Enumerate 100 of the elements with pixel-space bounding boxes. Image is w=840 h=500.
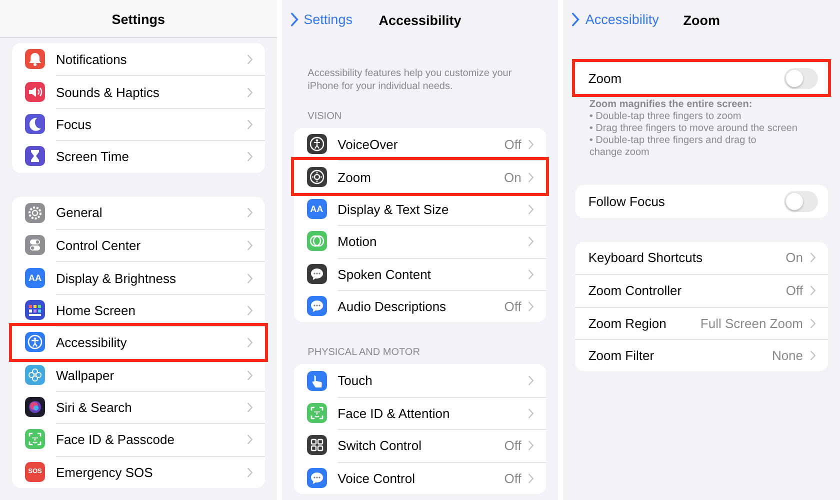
chevron-icon — [810, 350, 816, 362]
back-button[interactable]: Accessibility — [571, 12, 659, 27]
settings-row[interactable]: AA Display & Brightness — [12, 261, 265, 294]
row-label: Sounds & Haptics — [56, 84, 160, 100]
row-label: Touch — [338, 373, 374, 388]
chevron-icon — [528, 472, 534, 484]
row-label: Accessibility — [56, 335, 128, 350]
bell-icon — [25, 49, 45, 70]
chevron-icon — [246, 151, 253, 162]
row-label: Siri & Search — [56, 400, 133, 416]
settings-row[interactable]: Keyboard Shortcuts On — [575, 242, 828, 274]
settings-row[interactable]: Switch Control Off — [294, 429, 546, 462]
row-label: Display & Text Size — [338, 202, 450, 217]
chevron-icon — [810, 318, 816, 329]
settings-row[interactable]: Wallpaper — [12, 358, 265, 391]
row-label: Zoom Filter — [588, 348, 656, 364]
settings-row[interactable]: Screen Time — [12, 140, 265, 173]
settings-row[interactable]: Zoom Filter None — [575, 338, 828, 372]
row-label: Zoom Controller — [588, 283, 683, 298]
settings-row[interactable]: Face ID & Passcode — [12, 423, 265, 456]
settings-row[interactable]: Zoom — [575, 62, 828, 94]
face-icon — [25, 429, 45, 450]
row-value: Off — [504, 438, 522, 454]
settings-row[interactable]: Audio Descriptions Off — [294, 290, 546, 322]
hand-icon — [306, 370, 327, 391]
screen-title: Settings — [112, 12, 165, 27]
chevron-icon — [528, 138, 534, 150]
settings-row[interactable]: Spoken Content — [294, 258, 546, 290]
chevron-icon — [246, 370, 253, 381]
row-label: Home Screen — [56, 302, 136, 318]
chevron-icon — [528, 172, 534, 183]
row-value: Full Screen Zoom — [700, 316, 804, 331]
row-label: Audio Descriptions — [338, 299, 448, 314]
squares-icon — [306, 435, 327, 456]
row-label: Switch Control — [338, 438, 422, 454]
row-value: Off — [504, 136, 522, 152]
chevron-icon — [528, 408, 534, 419]
face-icon — [306, 402, 327, 423]
settings-row[interactable]: Zoom On — [294, 160, 546, 193]
settings-row[interactable]: Face ID & Attention — [294, 396, 546, 430]
chevron-icon — [246, 272, 253, 284]
settings-row[interactable]: Notifications — [12, 43, 265, 76]
target-icon — [306, 166, 327, 187]
row-value: On — [786, 250, 804, 266]
icon-label: AA — [25, 268, 45, 288]
screen-title: Zoom — [683, 12, 720, 28]
settings-row[interactable]: Zoom Region Full Screen Zoom — [575, 306, 828, 339]
row-label: Motion — [338, 234, 378, 250]
back-button[interactable]: Settings — [290, 12, 352, 27]
speech-bubble-icon — [306, 468, 327, 488]
row-label: Display & Brightness — [56, 270, 177, 286]
settings-row[interactable]: Focus — [12, 108, 265, 140]
orb-icon — [25, 397, 45, 418]
settings-row[interactable]: Siri & Search — [12, 390, 265, 424]
person-icon — [306, 134, 327, 154]
settings-row[interactable]: General — [12, 196, 265, 229]
row-label: Screen Time — [56, 149, 130, 164]
back-chevron-icon — [571, 12, 580, 27]
settings-row[interactable]: Voice Control Off — [294, 462, 546, 494]
row-label: Keyboard Shortcuts — [588, 250, 704, 266]
row-value: Off — [504, 299, 522, 314]
row-label: Wallpaper — [56, 368, 116, 383]
settings-row[interactable]: Home Screen — [12, 294, 265, 326]
settings-row[interactable]: Follow Focus — [575, 185, 828, 218]
toggle-switch[interactable] — [784, 68, 818, 89]
settings-row[interactable]: Accessibility — [12, 326, 265, 359]
row-label: Voice Control — [338, 470, 416, 486]
settings-row[interactable]: VoiceOver Off — [294, 128, 546, 160]
chevron-icon — [246, 86, 253, 98]
toggle-switch[interactable] — [784, 191, 818, 212]
settings-row[interactable]: Zoom Controller Off — [575, 274, 828, 307]
chevron-icon — [246, 54, 253, 65]
chevron-icon — [528, 375, 534, 386]
chevron-icon — [246, 207, 253, 218]
speech-bubble-icon — [306, 264, 327, 284]
back-chevron-icon — [290, 12, 299, 27]
chevron-icon — [810, 252, 816, 264]
settings-row[interactable]: Motion — [294, 225, 546, 258]
chevron-icon — [246, 466, 253, 478]
settings-row[interactable]: Control Center — [12, 228, 265, 262]
settings-row[interactable]: AA Display & Text Size — [294, 192, 546, 226]
chevron-icon — [246, 240, 253, 252]
app-grid-icon — [25, 300, 45, 320]
row-label: Zoom — [338, 170, 372, 185]
gear-icon — [25, 202, 45, 223]
chevron-icon — [528, 204, 534, 215]
row-label: General — [56, 205, 104, 220]
flower-icon — [25, 364, 45, 385]
footer-bullet: • Double-tap three fingers and drag to change zoom — [589, 135, 758, 160]
settings-row[interactable]: Sounds & Haptics — [12, 75, 265, 108]
settings-row[interactable]: Touch — [294, 364, 546, 397]
row-label: Notifications — [56, 52, 128, 67]
row-label: VoiceOver — [338, 136, 399, 152]
description-text: Accessibility features help you customize your iPhone for your individual needs. — [308, 67, 513, 93]
speech-bubble-icon — [306, 296, 327, 316]
footer-bullet: • Double-tap three fingers to zoom — [589, 111, 742, 124]
chevron-icon — [528, 440, 534, 452]
moon-icon — [25, 114, 45, 134]
chevron-icon — [528, 236, 534, 248]
section-header: PHYSICAL AND MOTOR — [308, 347, 421, 360]
